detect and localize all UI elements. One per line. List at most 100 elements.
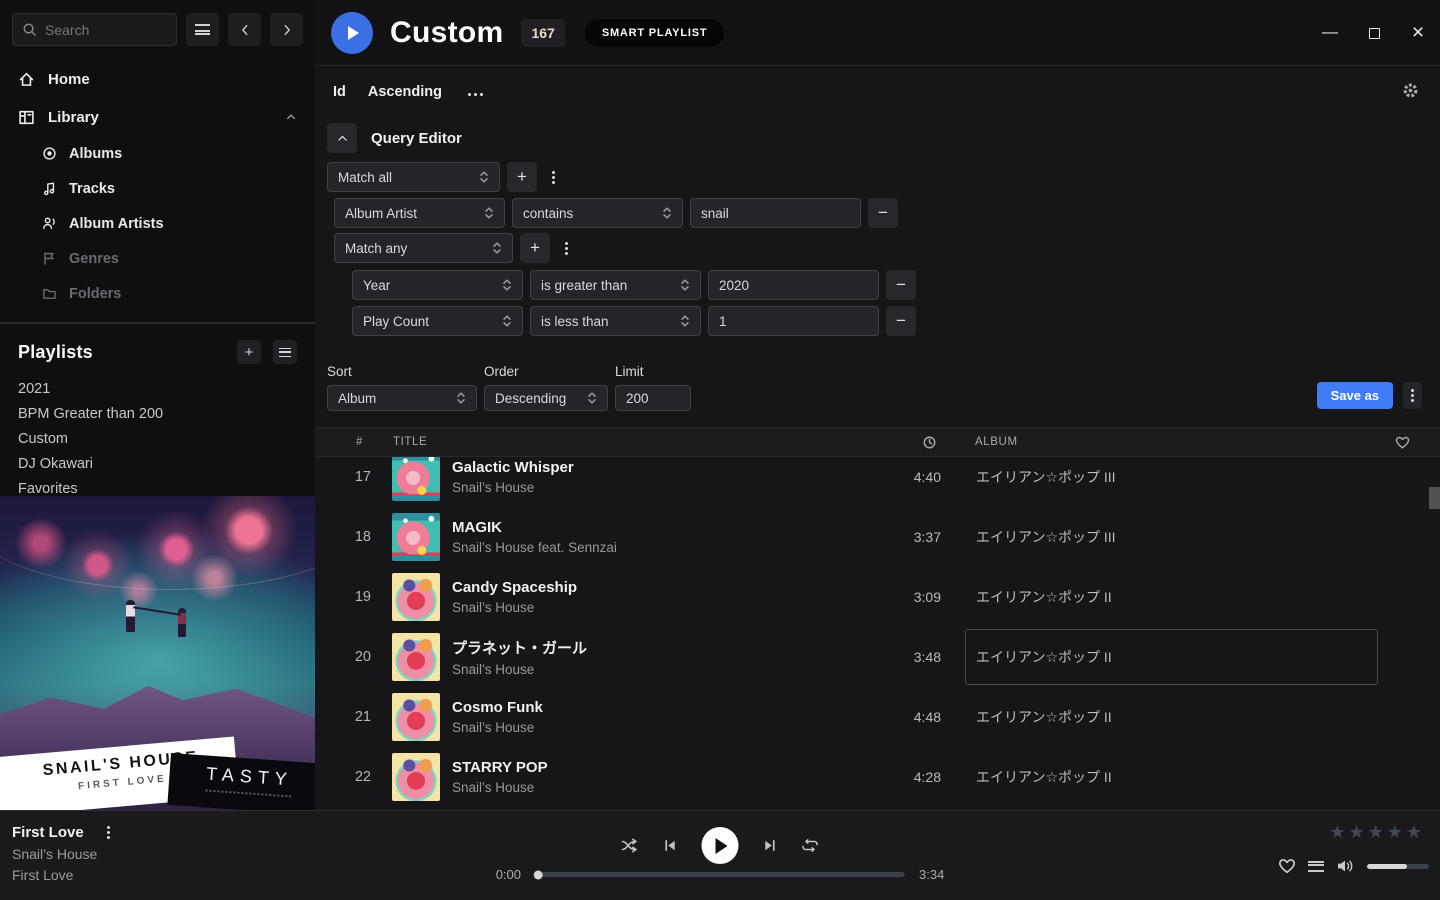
elapsed-time: 0:00 xyxy=(496,867,521,882)
playlist-item[interactable]: BPM Greater than 200 xyxy=(18,401,297,426)
sidebar-item-home[interactable]: Home xyxy=(0,60,315,98)
sidebar-item-library[interactable]: Library xyxy=(0,98,315,136)
sidebar-item-label: Home xyxy=(48,71,90,88)
sub-group-row: Match any + xyxy=(334,233,1440,263)
rating-stars[interactable]: ★★★★★ xyxy=(1329,822,1425,843)
order-select[interactable]: Descending xyxy=(484,385,608,411)
queue-button[interactable] xyxy=(1308,861,1324,872)
rule-field-select[interactable]: Album Artist xyxy=(334,198,505,228)
remove-rule-button[interactable]: − xyxy=(886,306,916,336)
repeat-button[interactable] xyxy=(802,838,819,853)
minimize-button[interactable]: — xyxy=(1323,26,1337,40)
select-arrows-icon xyxy=(484,206,494,220)
track-row[interactable]: 18 MAGIK Snail’s House feat. Sennzai 3:3… xyxy=(315,507,1440,567)
heart-icon xyxy=(1278,857,1296,875)
playlists-header: Playlists + xyxy=(0,324,315,364)
clock-icon xyxy=(922,435,937,450)
add-playlist-button[interactable]: + xyxy=(237,340,261,364)
column-header-title[interactable]: TITLE xyxy=(371,436,861,448)
track-row[interactable]: 19 Candy Spaceship Snail’s House 3:09 エイ… xyxy=(315,567,1440,627)
sidebar-item-albums[interactable]: Albums xyxy=(0,136,315,171)
save-as-button[interactable]: Save as xyxy=(1317,382,1393,409)
track-album: エイリアン☆ポップ II xyxy=(965,629,1378,685)
search-box[interactable] xyxy=(12,13,177,46)
track-row[interactable]: 20 プラネット・ガール Snail’s House 3:48 エイリアン☆ポッ… xyxy=(315,627,1440,687)
rule-field-select[interactable]: Play Count xyxy=(352,306,523,336)
playlist-item[interactable]: 2021 xyxy=(18,376,297,401)
limit-input[interactable] xyxy=(615,385,691,411)
sort-direction-button[interactable]: Ascending xyxy=(368,84,442,100)
track-artist: Snail’s House feat. Sennzai xyxy=(452,540,861,555)
sidebar-item-genres[interactable]: Genres xyxy=(0,241,315,276)
repeat-icon xyxy=(802,838,819,853)
column-header-favorite[interactable] xyxy=(1395,435,1440,450)
favorite-button[interactable] xyxy=(1278,857,1296,875)
track-count-badge: 167 xyxy=(521,19,564,47)
add-rule-button[interactable]: + xyxy=(520,233,550,263)
play-playlist-button[interactable] xyxy=(331,12,373,54)
sidebar-item-folders[interactable]: Folders xyxy=(0,276,315,311)
rule-field-value: Play Count xyxy=(363,314,429,329)
settings-button[interactable] xyxy=(1402,82,1419,99)
sort-field-button[interactable]: Id xyxy=(333,84,346,100)
group-options-button[interactable] xyxy=(557,233,575,263)
sidebar-item-tracks[interactable]: Tracks xyxy=(0,171,315,206)
next-button[interactable] xyxy=(763,838,778,853)
sub-match-value: Match any xyxy=(345,241,407,256)
rule-value-input[interactable] xyxy=(708,270,879,300)
now-playing-options-button[interactable] xyxy=(100,825,118,841)
forward-button[interactable] xyxy=(270,13,303,46)
track-row[interactable]: 21 Cosmo Funk Snail’s House 4:48 エイリアン☆ポ… xyxy=(315,687,1440,747)
remove-rule-button[interactable]: − xyxy=(868,198,898,228)
menu-button[interactable] xyxy=(186,13,219,46)
rule-value-input[interactable] xyxy=(690,198,861,228)
playlist-list: 2021 BPM Greater than 200 Custom DJ Okaw… xyxy=(0,376,315,501)
rule-field-select[interactable]: Year xyxy=(352,270,523,300)
playlists-title: Playlists xyxy=(18,342,93,363)
sub-match-select[interactable]: Match any xyxy=(334,233,513,263)
order-label: Order xyxy=(484,364,608,379)
rule-operator-select[interactable]: contains xyxy=(512,198,683,228)
root-match-value: Match all xyxy=(338,170,392,185)
rule-operator-select[interactable]: is less than xyxy=(530,306,701,336)
track-list: 17 Galactic Whisper Snail’s House 4:40 エ… xyxy=(315,457,1440,810)
column-header-duration[interactable] xyxy=(922,435,941,450)
seek-bar[interactable] xyxy=(535,872,905,877)
sort-select[interactable]: Album xyxy=(327,385,477,411)
column-header-album[interactable]: ALBUM xyxy=(965,436,1378,448)
close-button[interactable]: × xyxy=(1411,26,1425,40)
sidebar-item-label: Tracks xyxy=(69,181,115,197)
group-options-button[interactable] xyxy=(544,162,562,192)
back-button[interactable] xyxy=(228,13,261,46)
collapse-query-editor-button[interactable] xyxy=(327,123,357,153)
search-input[interactable] xyxy=(45,22,167,38)
track-info: Galactic Whisper Snail’s House xyxy=(440,459,861,495)
rule-operator-value: is less than xyxy=(541,314,609,329)
column-header-index[interactable]: # xyxy=(315,436,371,448)
volume-slider[interactable] xyxy=(1367,864,1429,869)
play-pause-button[interactable] xyxy=(702,827,739,864)
playlist-options-button[interactable] xyxy=(1403,382,1422,409)
shuffle-button[interactable] xyxy=(622,838,639,853)
track-album: エイリアン☆ポップ II xyxy=(965,749,1378,805)
more-options-icon[interactable] xyxy=(474,93,477,96)
add-rule-button[interactable]: + xyxy=(507,162,537,192)
remove-rule-button[interactable]: − xyxy=(886,270,916,300)
root-match-select[interactable]: Match all xyxy=(327,162,500,192)
sidebar-item-album-artists[interactable]: Album Artists xyxy=(0,206,315,241)
sort-toolbar: Id Ascending xyxy=(315,66,1440,123)
track-row[interactable]: 17 Galactic Whisper Snail’s House 4:40 エ… xyxy=(315,457,1440,507)
rule-operator-select[interactable]: is greater than xyxy=(530,270,701,300)
playlist-list-button[interactable] xyxy=(273,340,297,364)
seek-thumb[interactable] xyxy=(534,870,543,879)
playlist-item[interactable]: DJ Okawari xyxy=(18,451,297,476)
previous-button[interactable] xyxy=(663,838,678,853)
track-row[interactable]: 22 STARRY POP Snail’s House 4:28 エイリアン☆ポ… xyxy=(315,747,1440,807)
playlist-item[interactable]: Custom xyxy=(18,426,297,451)
rule-value-input[interactable] xyxy=(708,306,879,336)
track-album: エイリアン☆ポップ II xyxy=(965,689,1378,745)
maximize-button[interactable] xyxy=(1367,26,1381,40)
mute-button[interactable] xyxy=(1336,858,1355,874)
scrollbar-thumb[interactable] xyxy=(1429,487,1440,509)
select-arrows-icon xyxy=(502,278,512,292)
